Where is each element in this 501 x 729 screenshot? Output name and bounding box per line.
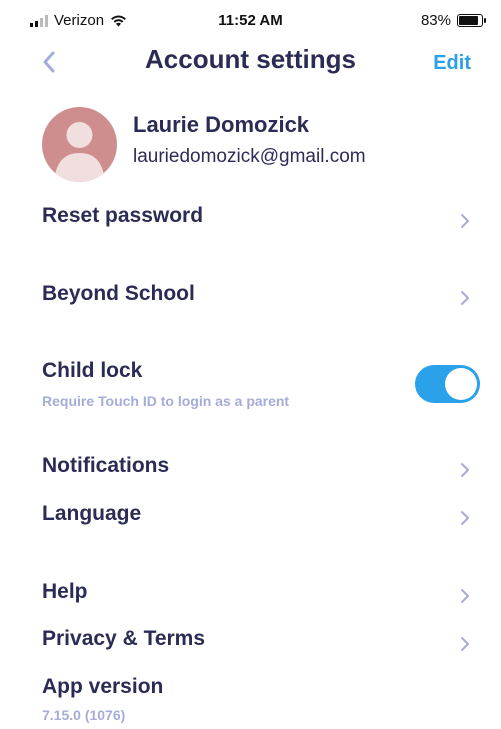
profile-name: Laurie Domozick [133, 112, 310, 137]
battery-status: 83% [420, 12, 486, 29]
battery-percent: 83% [420, 12, 451, 29]
reset-password-chevron-icon[interactable] [459, 213, 471, 229]
child-lock-toggle[interactable] [415, 365, 480, 403]
language-chevron-icon[interactable] [459, 510, 471, 526]
profile-email: lauriedomozick@gmail.com [133, 146, 366, 167]
help-chevron-icon[interactable] [459, 588, 471, 604]
reset-password-label[interactable]: Reset password [42, 204, 203, 228]
notifications-chevron-icon[interactable] [459, 462, 471, 478]
avatar [42, 107, 117, 182]
privacy-terms-label[interactable]: Privacy & Terms [42, 627, 205, 651]
app-version-label: App version [42, 675, 164, 698]
language-label[interactable]: Language [42, 502, 141, 526]
page-title: Account settings [145, 44, 356, 74]
beyond-school-chevron-icon[interactable] [459, 290, 471, 306]
app-version-value: 7.15.0 (1076) [42, 707, 126, 723]
privacy-terms-chevron-icon[interactable] [459, 636, 471, 652]
status-bar: Verizon 11:52 AM 83% [0, 0, 501, 44]
battery-icon [457, 14, 486, 27]
user-silhouette-icon [54, 122, 105, 182]
child-lock-label: Child lock [42, 359, 143, 382]
help-label[interactable]: Help [42, 580, 88, 604]
child-lock-description: Require Touch ID to login as a parent [42, 393, 290, 409]
beyond-school-label[interactable]: Beyond School [42, 282, 195, 306]
edit-button[interactable]: Edit [433, 52, 471, 75]
notifications-label[interactable]: Notifications [42, 454, 169, 478]
